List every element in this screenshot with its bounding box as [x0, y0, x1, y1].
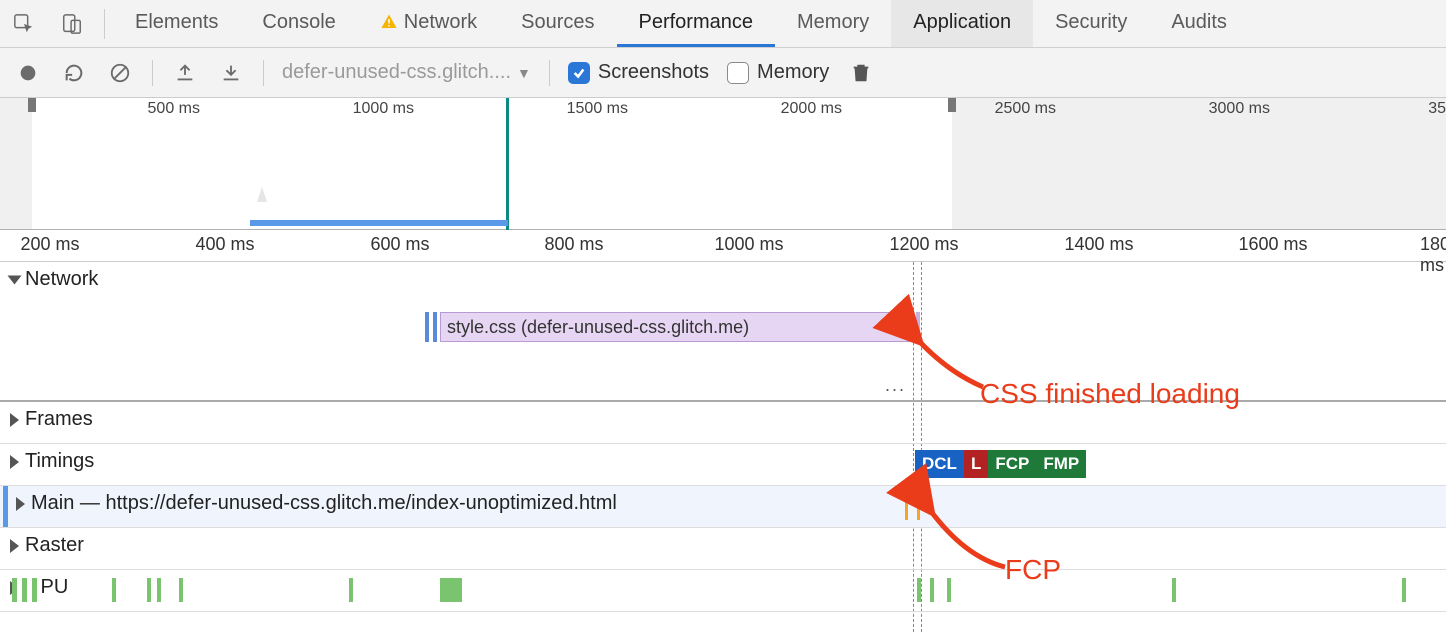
tab-network[interactable]: Network	[358, 0, 499, 47]
separator	[549, 60, 550, 86]
timeline-overview[interactable]: 500 ms 1000 ms 1500 ms 2000 ms 2500 ms 3…	[0, 98, 1446, 230]
network-track-label: Network	[25, 268, 98, 291]
tab-performance[interactable]: Performance	[617, 0, 776, 47]
record-button[interactable]	[14, 59, 42, 87]
network-request-stub	[433, 312, 437, 342]
disclosure-triangle-icon	[16, 497, 25, 511]
clear-button[interactable]	[106, 59, 134, 87]
devtools-tabbar: Elements Console Network Sources Perform…	[0, 0, 1446, 48]
warning-icon	[380, 13, 398, 31]
timing-flags: DCL L FCP FMP	[915, 450, 1086, 478]
fmp-flag[interactable]: FMP	[1036, 450, 1086, 478]
network-request-bar[interactable]: style.css (defer-unused-css.glitch.me)	[440, 312, 910, 342]
ruler-tick: 1600 ms	[1238, 234, 1307, 255]
annotation-arrow-icon	[920, 502, 1010, 577]
save-profile-icon[interactable]	[217, 59, 245, 87]
timings-track[interactable]: Timings DCL L FCP FMP	[0, 444, 1446, 486]
ruler-tick: 800 ms	[544, 234, 603, 255]
overview-handle-left[interactable]	[28, 98, 36, 112]
disclosure-triangle-icon	[8, 275, 22, 284]
recording-label: defer-unused-css.glitch....	[282, 61, 511, 84]
fcp-flag[interactable]: FCP	[988, 450, 1036, 478]
chevron-down-icon: ▼	[517, 65, 531, 81]
main-task-tick	[905, 492, 908, 520]
overview-mask-left	[0, 98, 32, 229]
overview-tick: 500 ms	[148, 100, 200, 118]
l-flag[interactable]: L	[964, 450, 988, 478]
load-profile-icon[interactable]	[171, 59, 199, 87]
timings-track-label: Timings	[25, 450, 94, 473]
frames-track-label: Frames	[25, 408, 93, 431]
separator	[263, 60, 264, 86]
annotation-arrow-icon	[908, 332, 988, 397]
overview-activity-bar	[250, 220, 508, 226]
tab-audits[interactable]: Audits	[1149, 0, 1249, 47]
tab-memory[interactable]: Memory	[775, 0, 891, 47]
overview-tick: 2000 ms	[781, 100, 842, 118]
separator	[104, 9, 105, 39]
panel-tabs: Elements Console Network Sources Perform…	[113, 0, 1249, 47]
ruler-tick: 400 ms	[195, 234, 254, 255]
overview-tick: 35	[1428, 100, 1446, 118]
annotation-css-finished: CSS finished loading	[980, 378, 1240, 410]
dcl-flag[interactable]: DCL	[915, 450, 964, 478]
ruler-tick: 1000 ms	[714, 234, 783, 255]
raster-track-header[interactable]: Raster	[0, 528, 1446, 563]
inspect-icon[interactable]	[0, 0, 48, 48]
disclosure-triangle-icon	[10, 455, 19, 469]
performance-toolbar: defer-unused-css.glitch.... ▼ Screenshot…	[0, 48, 1446, 98]
overview-marker	[506, 98, 509, 230]
main-track[interactable]: Main — https://defer-unused-css.glitch.m…	[0, 486, 1446, 528]
flamechart-tracks: Network style.css (defer-unused-css.glit…	[0, 262, 1446, 612]
screenshots-label: Screenshots	[598, 61, 709, 84]
memory-label: Memory	[757, 61, 829, 84]
tab-security[interactable]: Security	[1033, 0, 1149, 47]
main-track-header[interactable]: Main — https://defer-unused-css.glitch.m…	[0, 486, 1446, 521]
gpu-track[interactable]: GPU	[0, 570, 1446, 612]
device-toggle-icon[interactable]	[48, 0, 96, 48]
disclosure-triangle-icon	[10, 539, 19, 553]
overview-tick: 1500 ms	[567, 100, 628, 118]
overview-tick: 3000 ms	[1209, 100, 1270, 118]
gpu-bars	[12, 578, 1446, 602]
annotation-fcp: FCP	[1005, 554, 1061, 586]
garbage-collect-button[interactable]	[847, 59, 875, 87]
main-track-label: Main — https://defer-unused-css.glitch.m…	[31, 492, 617, 515]
separator	[152, 60, 153, 86]
network-track-header[interactable]: Network	[0, 262, 1446, 297]
overview-handle-right[interactable]	[948, 98, 956, 112]
ruler-tick: 200 ms	[20, 234, 79, 255]
more-indicator: ...	[885, 375, 906, 396]
main-track-indicator	[3, 486, 8, 527]
checkbox-checked-icon[interactable]	[568, 62, 590, 84]
reload-button[interactable]	[60, 59, 88, 87]
screenshots-option[interactable]: Screenshots	[568, 61, 709, 84]
tab-elements[interactable]: Elements	[113, 0, 240, 47]
tab-sources[interactable]: Sources	[499, 0, 616, 47]
network-request-label: style.css (defer-unused-css.glitch.me)	[447, 317, 749, 338]
overview-tick: 1000 ms	[353, 100, 414, 118]
disclosure-triangle-icon	[10, 413, 19, 427]
tab-console[interactable]: Console	[240, 0, 357, 47]
ruler-tick: 600 ms	[370, 234, 429, 255]
raster-track-label: Raster	[25, 534, 84, 557]
recording-selector[interactable]: defer-unused-css.glitch.... ▼	[282, 61, 531, 84]
ruler-tick: 1400 ms	[1064, 234, 1133, 255]
memory-option[interactable]: Memory	[727, 61, 829, 84]
overview-cpu-blip	[252, 187, 272, 217]
checkbox-unchecked-icon[interactable]	[727, 62, 749, 84]
timeline-ruler[interactable]: 200 ms 400 ms 600 ms 800 ms 1000 ms 1200…	[0, 230, 1446, 262]
timings-track-header[interactable]: Timings	[0, 444, 1446, 479]
raster-track[interactable]: Raster	[0, 528, 1446, 570]
ruler-tick: 1200 ms	[889, 234, 958, 255]
overview-tick: 2500 ms	[995, 100, 1056, 118]
tab-application[interactable]: Application	[891, 0, 1033, 47]
network-request-stub	[425, 312, 429, 342]
